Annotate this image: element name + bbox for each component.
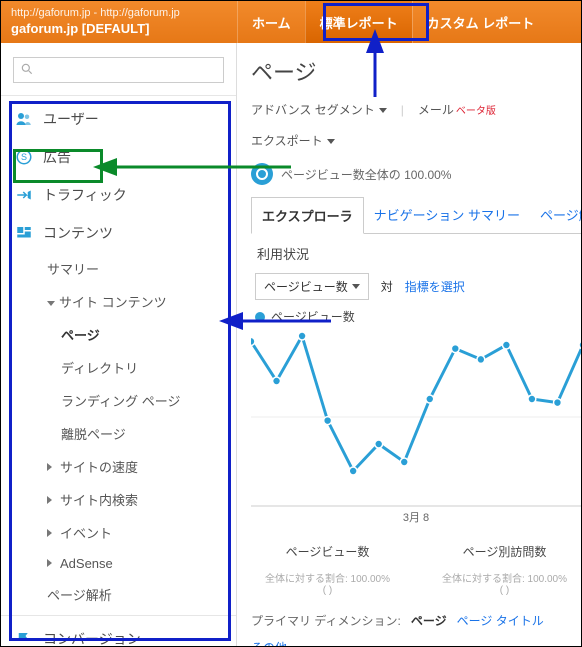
account-url: http://gaforum.jp - http://gaforum.jp (11, 6, 227, 20)
flag-icon (15, 630, 33, 647)
sidebar-sub-directory[interactable]: ディレクトリ (1, 351, 236, 384)
dimension-page[interactable]: ページ (411, 612, 447, 629)
account-name: gaforum.jp [DEFAULT] (11, 21, 227, 38)
choose-metric-link[interactable]: 指標を選択 (405, 278, 465, 295)
sidebar-label: ユーザー (43, 109, 99, 129)
card-unique-pageviews[interactable]: ページ別訪問数 全体に対する割合: 100.00% ( ) (428, 543, 581, 596)
card-paren: ( ) (251, 585, 404, 596)
page-title: ページ (251, 55, 581, 87)
sidebar: ユーザー S 広告 トラフィック コンテンツ サマリー (1, 43, 237, 646)
vs-label: 対 (381, 278, 393, 295)
traffic-icon (15, 186, 33, 204)
advanced-segment-button[interactable]: アドバンス セグメント (251, 101, 387, 118)
dimension-label: プライマリ ディメンション: (251, 612, 401, 629)
export-button[interactable]: エクスポート (251, 132, 335, 149)
search-icon (20, 62, 34, 79)
sidebar-label: コンバージョン (43, 629, 141, 647)
search-input[interactable] (40, 63, 217, 77)
sidebar-sub-page-analysis[interactable]: ページ解析 (1, 578, 236, 611)
percent-icon (251, 163, 273, 185)
card-paren: ( ) (428, 585, 581, 596)
sidebar-label: AdSense (60, 556, 113, 571)
sidebar-item-content[interactable]: コンテンツ (1, 214, 236, 252)
sidebar-sub-exit[interactable]: 離脱ページ (1, 417, 236, 450)
tab-nav-summary[interactable]: ナビゲーション サマリー (364, 197, 530, 233)
sidebar-sub-site-search[interactable]: サイト内検索 (1, 483, 236, 516)
usage-heading: 利用状況 (257, 244, 581, 263)
svg-text:S: S (21, 152, 27, 162)
card-title: ページ別訪問数 (428, 543, 581, 560)
card-ratio: 全体に対する割合: 100.00% (251, 570, 404, 585)
percent-text: ページビュー数全体の 100.00% (281, 166, 451, 183)
sidebar-label: サイトの速度 (60, 460, 138, 475)
sidebar-label: イベント (60, 526, 112, 541)
sidebar-sub-adsense[interactable]: AdSense (1, 549, 236, 578)
tab-page-detail[interactable]: ページ解析 (530, 197, 581, 233)
legend-label: ページビュー数 (271, 308, 355, 325)
card-title: ページビュー数 (251, 543, 404, 560)
sidebar-sub-site-content[interactable]: サイト コンテンツ (1, 285, 236, 318)
mail-button[interactable]: メールベータ版 (418, 101, 496, 118)
sidebar-item-conversion[interactable]: コンバージョン (1, 620, 236, 647)
nav-home[interactable]: ホーム (237, 1, 305, 43)
metric-select[interactable]: ページビュー数 (255, 273, 369, 300)
card-pageviews[interactable]: ページビュー数 全体に対する割合: 100.00% ( ) (251, 543, 404, 596)
beta-badge: ベータ版 (456, 106, 496, 117)
sidebar-item-traffic[interactable]: トラフィック (1, 176, 236, 214)
percent-row: ページビュー数全体の 100.00% (251, 163, 581, 185)
nav-standard-report[interactable]: 標準レポート (305, 1, 412, 43)
sidebar-sub-page[interactable]: ページ (1, 318, 236, 351)
main-content: ページ アドバンス セグメント | メールベータ版 エクスポート ページビュー数… (237, 43, 581, 646)
sidebar-item-users[interactable]: ユーザー (1, 100, 236, 138)
sidebar-label: コンテンツ (43, 223, 113, 243)
sidebar-search[interactable] (13, 57, 224, 83)
sidebar-item-ads[interactable]: S 広告 (1, 138, 236, 176)
nav-custom-report[interactable]: カスタム レポート (412, 1, 549, 43)
chart-x-label: 3月 8 (251, 509, 581, 525)
sidebar-label: サイト内検索 (60, 493, 138, 508)
sidebar-sub-speed[interactable]: サイトの速度 (1, 450, 236, 483)
sidebar-label: サイト コンテンツ (59, 295, 167, 310)
user-icon (15, 110, 33, 128)
dimension-other[interactable]: その他 (251, 639, 287, 646)
sidebar-label: トラフィック (43, 185, 127, 205)
tab-explorer[interactable]: エクスプローラ (251, 197, 364, 234)
legend-dot-icon (255, 312, 265, 322)
report-toolbar: アドバンス セグメント | メールベータ版 エクスポート (251, 101, 581, 149)
metric-row: ページビュー数 対 指標を選択 (255, 273, 581, 300)
ads-icon: S (15, 148, 33, 166)
sidebar-label: 広告 (43, 147, 71, 167)
top-nav: ホーム 標準レポート カスタム レポート (237, 1, 581, 43)
card-ratio: 全体に対する割合: 100.00% (428, 570, 581, 585)
mail-label: メール (418, 103, 454, 117)
view-tabs: エクスプローラ ナビゲーション サマリー ページ解析 (251, 197, 581, 234)
app-header: http://gaforum.jp - http://gaforum.jp ga… (1, 1, 581, 43)
line-chart[interactable] (251, 327, 581, 507)
sidebar-sub-summary[interactable]: サマリー (1, 252, 236, 285)
dimension-page-title[interactable]: ページ タイトル (457, 612, 544, 629)
sidebar-sub-landing[interactable]: ランディング ページ (1, 384, 236, 417)
sidebar-sub-events[interactable]: イベント (1, 516, 236, 549)
primary-dimension-row: プライマリ ディメンション: ページ ページ タイトル その他 (251, 612, 581, 646)
content-icon (15, 224, 33, 242)
account-switcher[interactable]: http://gaforum.jp - http://gaforum.jp ga… (1, 1, 237, 43)
scorecards: ページビュー数 全体に対する割合: 100.00% ( ) ページ別訪問数 全体… (251, 543, 581, 596)
chart-legend: ページビュー数 (255, 308, 581, 325)
